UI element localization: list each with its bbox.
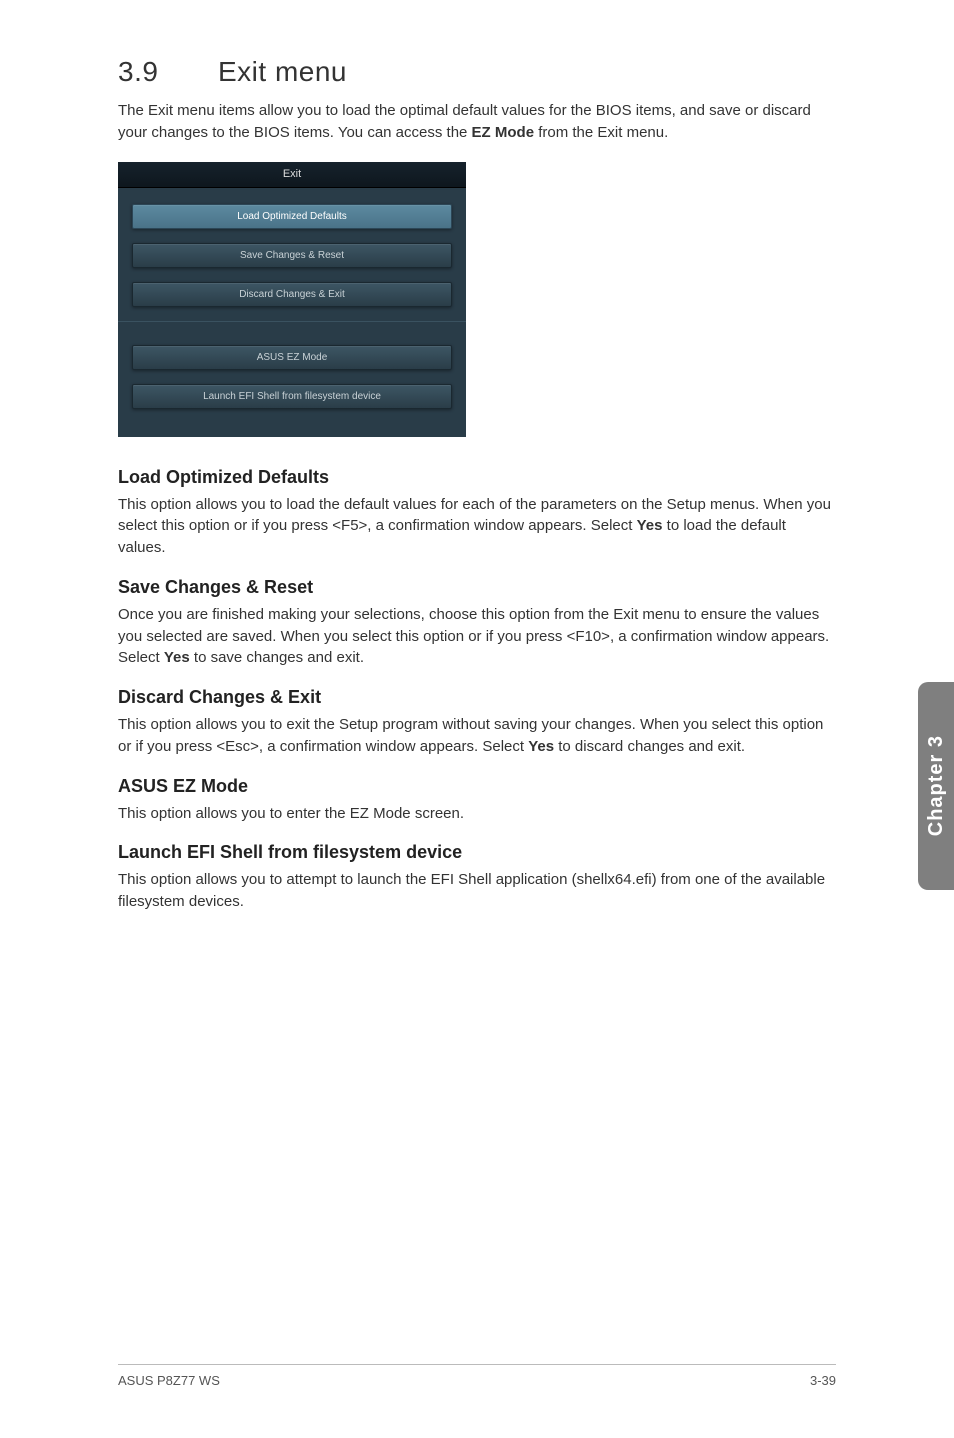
bios-btn-efi-shell[interactable]: Launch EFI Shell from filesystem device [132, 384, 452, 409]
text: to save changes and exit. [190, 649, 364, 666]
body-save-reset: Once you are finished making your select… [118, 604, 836, 669]
bold: Yes [637, 517, 663, 534]
heading-ez-mode: ASUS EZ Mode [118, 776, 836, 797]
body-discard-exit: This option allows you to exit the Setup… [118, 714, 836, 758]
bold: Yes [528, 738, 554, 755]
footer-right: 3-39 [810, 1373, 836, 1388]
section-title-text: Exit menu [218, 56, 347, 87]
body-efi-shell: This option allows you to attempt to lau… [118, 869, 836, 913]
body-ez-mode: This option allows you to enter the EZ M… [118, 803, 836, 825]
page-footer: ASUS P8Z77 WS 3-39 [118, 1364, 836, 1388]
bios-body: Load Optimized Defaults Save Changes & R… [118, 188, 466, 409]
section-title: 3.9Exit menu [118, 56, 836, 88]
bios-header: Exit [118, 162, 466, 188]
text: This option allows you to enter the EZ M… [118, 805, 464, 822]
heading-load-defaults: Load Optimized Defaults [118, 467, 836, 488]
chapter-side-tab: Chapter 3 [918, 682, 954, 890]
text: This option allows you to attempt to lau… [118, 871, 825, 910]
heading-save-reset: Save Changes & Reset [118, 577, 836, 598]
bios-btn-ez-mode[interactable]: ASUS EZ Mode [132, 345, 452, 370]
intro-text-2: from the Exit menu. [534, 124, 668, 141]
bios-btn-load-defaults[interactable]: Load Optimized Defaults [132, 204, 452, 229]
chapter-side-tab-label: Chapter 3 [925, 735, 948, 836]
section-intro: The Exit menu items allow you to load th… [118, 100, 836, 144]
bios-btn-save-reset[interactable]: Save Changes & Reset [132, 243, 452, 268]
heading-discard-exit: Discard Changes & Exit [118, 687, 836, 708]
intro-bold: EZ Mode [472, 124, 535, 141]
bold: Yes [164, 649, 190, 666]
bios-screenshot: Exit Load Optimized Defaults Save Change… [118, 162, 466, 437]
section-number: 3.9 [118, 56, 218, 88]
bios-btn-discard-exit[interactable]: Discard Changes & Exit [132, 282, 452, 307]
footer-left: ASUS P8Z77 WS [118, 1373, 220, 1388]
heading-efi-shell: Launch EFI Shell from filesystem device [118, 842, 836, 863]
bios-divider [118, 321, 466, 335]
body-load-defaults: This option allows you to load the defau… [118, 494, 836, 559]
page-content: 3.9Exit menu The Exit menu items allow y… [0, 0, 954, 913]
text: to discard changes and exit. [554, 738, 745, 755]
intro-text-1: The Exit menu items allow you to load th… [118, 102, 811, 141]
